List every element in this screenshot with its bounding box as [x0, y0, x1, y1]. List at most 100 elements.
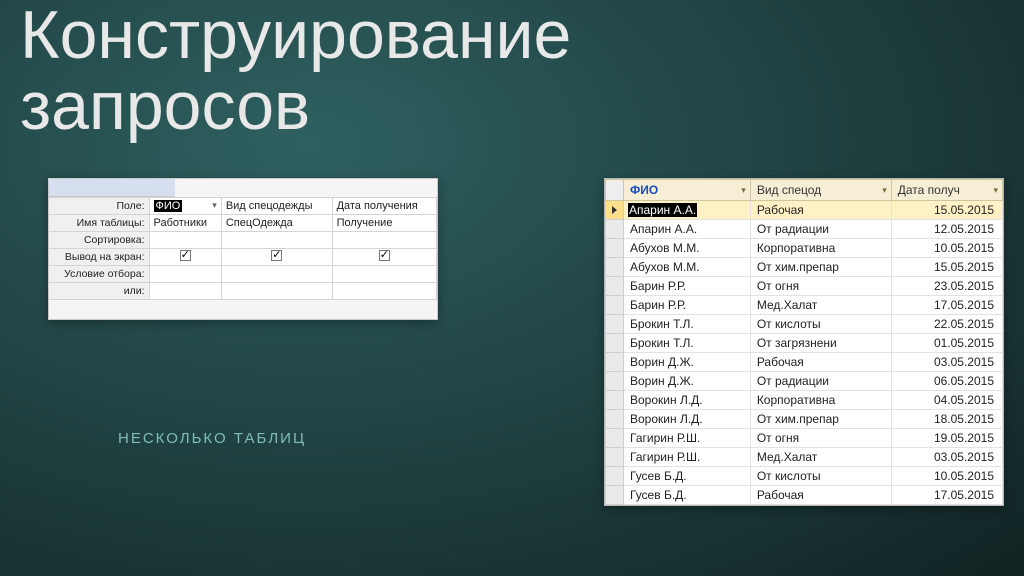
cell-fio[interactable]: Ворин Д.Ж.: [624, 372, 751, 391]
cell-fio[interactable]: Абухов М.М.: [624, 258, 751, 277]
cell-field-1[interactable]: Вид спецодежды: [221, 198, 332, 215]
table-row[interactable]: Гусев Б.Д.От кислоты10.05.2015: [606, 467, 1003, 486]
checkbox-icon[interactable]: [271, 250, 282, 261]
row-selector[interactable]: [606, 486, 624, 505]
cell-or-2[interactable]: [332, 283, 436, 300]
cell-type[interactable]: От загрязнени: [750, 334, 891, 353]
cell-fio[interactable]: Гагирин Р.Ш.: [624, 429, 751, 448]
cell-table-1[interactable]: СпецОдежда: [221, 215, 332, 232]
cell-date[interactable]: 18.05.2015: [891, 410, 1002, 429]
dropdown-icon[interactable]: ▾: [882, 185, 887, 196]
cell-criteria-1[interactable]: [221, 266, 332, 283]
checkbox-icon[interactable]: [379, 250, 390, 261]
cell-type[interactable]: Рабочая: [750, 201, 891, 220]
cell-fio[interactable]: Гусев Б.Д.: [624, 467, 751, 486]
cell-date[interactable]: 17.05.2015: [891, 486, 1002, 505]
cell-or-1[interactable]: [221, 283, 332, 300]
table-row[interactable]: Абухов М.М.От хим.препар15.05.2015: [606, 258, 1003, 277]
table-row[interactable]: Ворин Д.Ж.Рабочая03.05.2015: [606, 353, 1003, 372]
cell-table-0[interactable]: Работники: [149, 215, 221, 232]
cell-field-0[interactable]: ФИО▾: [149, 198, 221, 215]
cell-type[interactable]: От кислоты: [750, 467, 891, 486]
row-selector[interactable]: [606, 296, 624, 315]
cell-show-2[interactable]: [332, 249, 436, 266]
row-selector[interactable]: [606, 353, 624, 372]
cell-fio[interactable]: Абухов М.М.: [624, 239, 751, 258]
cell-fio[interactable]: Апарин А.А.: [624, 220, 751, 239]
cell-fio[interactable]: Барин Р.Р.: [624, 296, 751, 315]
cell-fio[interactable]: Брокин Т.Л.: [624, 315, 751, 334]
cell-type[interactable]: Рабочая: [750, 353, 891, 372]
table-row[interactable]: Брокин Т.Л.От кислоты22.05.2015: [606, 315, 1003, 334]
cell-type[interactable]: От радиации: [750, 220, 891, 239]
dropdown-icon[interactable]: ▾: [741, 185, 746, 196]
cell-sort-2[interactable]: [332, 232, 436, 249]
cell-show-1[interactable]: [221, 249, 332, 266]
cell-date[interactable]: 15.05.2015: [891, 258, 1002, 277]
row-selector[interactable]: [606, 448, 624, 467]
cell-type[interactable]: Корпоративна: [750, 391, 891, 410]
table-row[interactable]: Гагирин Р.Ш.От огня19.05.2015: [606, 429, 1003, 448]
table-row[interactable]: Ворин Д.Ж.От радиации06.05.2015: [606, 372, 1003, 391]
cell-date[interactable]: 23.05.2015: [891, 277, 1002, 296]
row-selector[interactable]: [606, 410, 624, 429]
table-row[interactable]: Брокин Т.Л.От загрязнени01.05.2015: [606, 334, 1003, 353]
cell-date[interactable]: 04.05.2015: [891, 391, 1002, 410]
row-selector[interactable]: [606, 258, 624, 277]
cell-date[interactable]: 10.05.2015: [891, 467, 1002, 486]
cell-table-2[interactable]: Получение: [332, 215, 436, 232]
cell-type[interactable]: От огня: [750, 277, 891, 296]
row-selector[interactable]: [606, 467, 624, 486]
dropdown-icon[interactable]: ▾: [212, 200, 217, 211]
cell-type[interactable]: От кислоты: [750, 315, 891, 334]
cell-sort-0[interactable]: [149, 232, 221, 249]
cell-type[interactable]: От хим.препар: [750, 258, 891, 277]
cell-criteria-0[interactable]: [149, 266, 221, 283]
table-row[interactable]: Барин Р.Р.От огня23.05.2015: [606, 277, 1003, 296]
cell-date[interactable]: 06.05.2015: [891, 372, 1002, 391]
col-header-type[interactable]: Вид спецод▾: [750, 180, 891, 201]
cell-fio[interactable]: Ворин Д.Ж.: [624, 353, 751, 372]
table-row[interactable]: Апарин А.А.От радиации12.05.2015: [606, 220, 1003, 239]
cell-date[interactable]: 01.05.2015: [891, 334, 1002, 353]
table-row[interactable]: Гагирин Р.Ш.Мед.Халат03.05.2015: [606, 448, 1003, 467]
row-selector[interactable]: [606, 334, 624, 353]
cell-date[interactable]: 22.05.2015: [891, 315, 1002, 334]
table-row[interactable]: Апарин А.А.Рабочая15.05.2015: [606, 201, 1003, 220]
row-selector[interactable]: [606, 277, 624, 296]
cell-field-2[interactable]: Дата получения: [332, 198, 436, 215]
table-row[interactable]: Абухов М.М.Корпоративна10.05.2015: [606, 239, 1003, 258]
row-selector[interactable]: [606, 315, 624, 334]
row-selector[interactable]: [606, 372, 624, 391]
col-header-date[interactable]: Дата получ▾: [891, 180, 1002, 201]
cell-type[interactable]: Рабочая: [750, 486, 891, 505]
cell-date[interactable]: 03.05.2015: [891, 448, 1002, 467]
row-selector[interactable]: [606, 429, 624, 448]
row-selector[interactable]: [606, 239, 624, 258]
cell-fio[interactable]: Барин Р.Р.: [624, 277, 751, 296]
cell-fio[interactable]: Апарин А.А.: [624, 201, 751, 220]
cell-type[interactable]: Корпоративна: [750, 239, 891, 258]
table-row[interactable]: Ворокин Л.Д.Корпоративна04.05.2015: [606, 391, 1003, 410]
row-selector-header[interactable]: [606, 180, 624, 201]
row-selector[interactable]: [606, 201, 624, 220]
cell-fio[interactable]: Гусев Б.Д.: [624, 486, 751, 505]
table-row[interactable]: Гусев Б.Д.Рабочая17.05.2015: [606, 486, 1003, 505]
cell-or-0[interactable]: [149, 283, 221, 300]
table-row[interactable]: Ворокин Л.Д.От хим.препар18.05.2015: [606, 410, 1003, 429]
cell-criteria-2[interactable]: [332, 266, 436, 283]
cell-type[interactable]: От огня: [750, 429, 891, 448]
dropdown-icon[interactable]: ▾: [993, 185, 998, 196]
cell-type[interactable]: От хим.препар: [750, 410, 891, 429]
cell-fio[interactable]: Ворокин Л.Д.: [624, 410, 751, 429]
table-row[interactable]: Барин Р.Р.Мед.Халат17.05.2015: [606, 296, 1003, 315]
cell-date[interactable]: 12.05.2015: [891, 220, 1002, 239]
cell-fio[interactable]: Брокин Т.Л.: [624, 334, 751, 353]
cell-date[interactable]: 19.05.2015: [891, 429, 1002, 448]
cell-fio[interactable]: Гагирин Р.Ш.: [624, 448, 751, 467]
cell-type[interactable]: От радиации: [750, 372, 891, 391]
cell-fio[interactable]: Ворокин Л.Д.: [624, 391, 751, 410]
cell-type[interactable]: Мед.Халат: [750, 448, 891, 467]
cell-date[interactable]: 15.05.2015: [891, 201, 1002, 220]
row-selector[interactable]: [606, 220, 624, 239]
